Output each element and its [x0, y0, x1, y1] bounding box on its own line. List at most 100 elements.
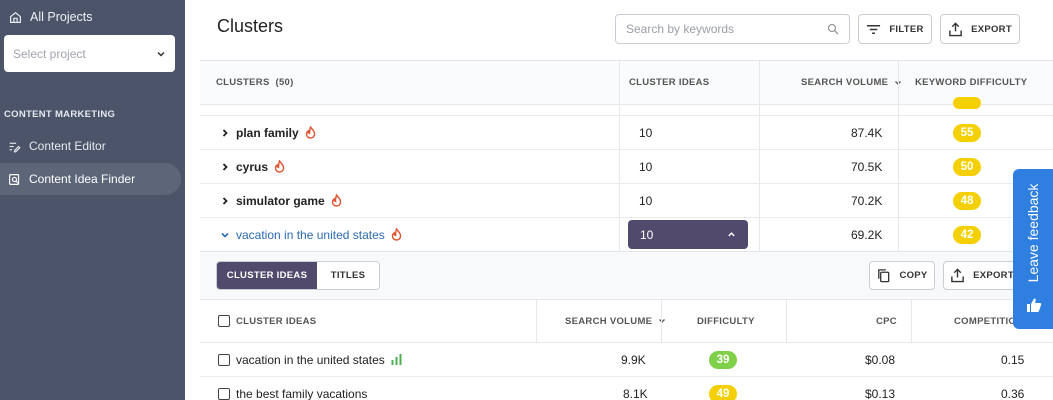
select-all-checkbox[interactable]	[218, 315, 230, 327]
chevron-up-icon	[728, 232, 735, 237]
details-table-header: CLUSTER IDEAS SEARCH VOLUME DIFFICULTY C…	[200, 299, 1053, 343]
difficulty-badge	[953, 97, 981, 109]
col-search-volume[interactable]: SEARCH VOLUME	[801, 61, 902, 104]
export-icon	[951, 268, 964, 283]
chevron-down-icon	[659, 319, 666, 323]
clusters-table-header: CLUSTERS (50) CLUSTER IDEAS SEARCH VOLUM…	[200, 60, 1053, 105]
search-input[interactable]: Search by keywords	[615, 14, 850, 44]
table-row[interactable]: cyrus 10 70.5K 50	[200, 150, 1053, 184]
difficulty-badge: 55	[953, 123, 981, 142]
col-search-volume[interactable]: SEARCH VOLUME	[565, 300, 666, 342]
search-placeholder: Search by keywords	[626, 22, 735, 36]
tab-titles[interactable]: TITLES	[317, 262, 379, 289]
details-export-button[interactable]: EXPORT	[943, 261, 1021, 290]
cluster-ideas-count: 10	[639, 125, 653, 140]
export-button[interactable]: EXPORT	[940, 14, 1020, 44]
col-competition[interactable]: COMPETITIO	[954, 300, 1016, 342]
thumbs-up-icon	[1027, 298, 1042, 312]
search-volume: 70.5K	[851, 159, 883, 174]
idea-keyword-text: the best family vacations	[236, 386, 368, 400]
all-projects-link[interactable]: All Projects	[9, 10, 93, 24]
idea-cpc: $0.13	[865, 386, 896, 400]
home-icon	[10, 11, 21, 23]
copy-label: COPY	[899, 270, 928, 281]
chevron-down-icon	[157, 51, 165, 57]
cluster-keyword[interactable]: cyrus	[220, 150, 285, 183]
project-select[interactable]: Select project	[4, 35, 175, 72]
table-row	[200, 97, 1053, 116]
sidebar-section-title: CONTENT MARKETING	[4, 109, 116, 120]
col-clusters-label: CLUSTERS	[216, 77, 270, 88]
chevron-right-icon[interactable]	[220, 128, 230, 138]
search-volume: 70.2K	[851, 193, 883, 208]
table-row[interactable]: plan family 10 87.4K 55	[200, 116, 1053, 150]
table-row[interactable]: the best family vacations 8.1K 49 $0.13 …	[200, 377, 1053, 400]
difficulty-badge: 48	[953, 191, 981, 210]
leave-feedback-label: Leave feedback	[1025, 183, 1041, 283]
cluster-ideas-count: 10	[640, 227, 654, 242]
sidebar: All Projects Select project CONTENT MARK…	[0, 0, 185, 400]
idea-cpc: $0.08	[865, 352, 896, 367]
col-search-volume-label: SEARCH VOLUME	[801, 77, 889, 88]
cluster-keyword-text: vacation in the united states	[236, 227, 385, 242]
all-projects-label: All Projects	[30, 10, 93, 24]
cluster-ideas-toggle[interactable]: 10	[628, 220, 748, 249]
idea-keyword: vacation in the united states	[218, 343, 402, 376]
sidebar-item-label: Content Idea Finder	[29, 172, 136, 186]
chevron-down-icon[interactable]	[220, 230, 230, 240]
filter-label: FILTER	[889, 23, 924, 35]
difficulty-badge: 49	[709, 384, 737, 400]
edit-lines-icon	[9, 142, 21, 152]
search-volume: 87.4K	[851, 125, 883, 140]
idea-volume: 8.1K	[623, 386, 648, 400]
table-row[interactable]: vacation in the united states 9.9K 39 $0…	[200, 343, 1053, 377]
sidebar-item-content-idea-finder[interactable]: Content Idea Finder	[0, 163, 181, 195]
col-search-volume-label: SEARCH VOLUME	[565, 315, 653, 327]
search-icon	[827, 23, 839, 35]
cluster-keyword[interactable]: plan family	[220, 116, 316, 149]
row-checkbox[interactable]	[218, 353, 230, 366]
copy-button[interactable]: COPY	[869, 261, 935, 290]
export-icon	[949, 21, 962, 36]
search-doc-icon	[9, 173, 20, 185]
col-cluster-ideas-label: CLUSTER IDEAS	[236, 315, 317, 327]
cluster-keyword[interactable]: vacation in the united states	[220, 218, 402, 251]
bar-chart-icon[interactable]	[391, 354, 402, 365]
col-difficulty[interactable]: DIFFICULTY	[697, 300, 755, 342]
export-label: EXPORT	[971, 23, 1012, 35]
cluster-details-panel: CLUSTER IDEAS TITLES COPY EXPORT CLUSTER…	[200, 251, 1053, 400]
idea-competition: 0.36	[1001, 386, 1025, 400]
search-volume: 69.2K	[851, 227, 883, 242]
col-clusters[interactable]: CLUSTERS (50)	[216, 61, 294, 104]
col-cluster-ideas[interactable]: CLUSTER IDEAS	[218, 300, 316, 342]
clusters-count: (50)	[275, 77, 294, 88]
filter-button[interactable]: FILTER	[858, 14, 932, 44]
sidebar-item-label: Content Editor	[29, 139, 106, 153]
idea-competition: 0.15	[1001, 352, 1025, 367]
idea-keyword-text: vacation in the united states	[236, 352, 385, 367]
cluster-keyword-text: plan family	[236, 125, 299, 140]
row-checkbox[interactable]	[218, 387, 230, 400]
col-cpc[interactable]: CPC	[876, 300, 897, 342]
idea-volume: 9.9K	[621, 352, 646, 367]
fire-icon	[274, 160, 285, 173]
difficulty-badge: 39	[709, 350, 737, 369]
table-row-expanded[interactable]: vacation in the united states 69.2K 42	[200, 218, 1053, 252]
details-tabs: CLUSTER IDEAS TITLES	[216, 261, 380, 290]
fire-icon	[305, 126, 315, 139]
col-cluster-ideas[interactable]: CLUSTER IDEAS	[629, 61, 709, 104]
project-select-placeholder: Select project	[13, 46, 86, 61]
tab-cluster-ideas[interactable]: CLUSTER IDEAS	[217, 262, 317, 289]
table-row[interactable]: simulator game 10 70.2K 48	[200, 184, 1053, 218]
filter-icon	[867, 24, 881, 34]
leave-feedback-tab[interactable]: Leave feedback	[1013, 169, 1053, 329]
cluster-keyword-text: simulator game	[236, 193, 325, 208]
page-title: Clusters	[217, 16, 284, 36]
chevron-right-icon[interactable]	[220, 162, 230, 172]
fire-icon	[391, 228, 401, 241]
idea-keyword: the best family vacations	[218, 377, 367, 400]
chevron-right-icon[interactable]	[220, 196, 230, 206]
fire-icon	[331, 194, 341, 207]
cluster-keyword[interactable]: simulator game	[220, 184, 342, 217]
sidebar-item-content-editor[interactable]: Content Editor	[0, 130, 181, 162]
